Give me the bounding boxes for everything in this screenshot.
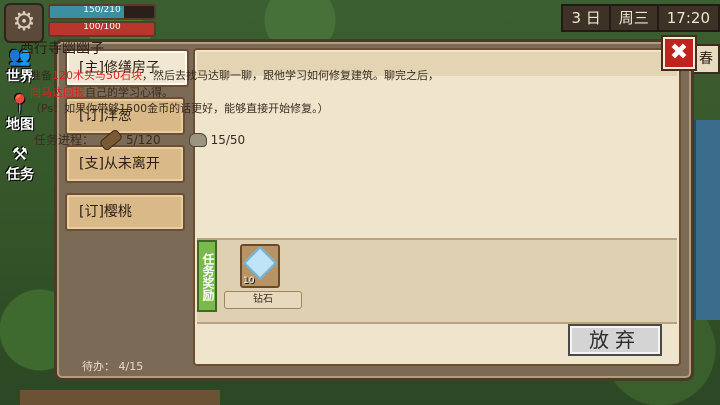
reward-item-slot[interactable]: 10: [240, 244, 280, 288]
desc-line-2: 向马达回报自己的学习心得。: [30, 85, 470, 102]
energy-text: 150/210: [83, 5, 121, 15]
quest-scroll-icon: ⚒: [11, 144, 29, 165]
reward-label: 任务奖励: [197, 240, 217, 312]
stone-icon: [188, 132, 207, 147]
task-button[interactable]: ⚒ 任务: [2, 146, 38, 184]
reward-count: 10: [243, 276, 255, 286]
desc-line-1: 准备120木头与50石块，然后去找马达聊一聊，跟他学习如何修复建筑。聊完之后，: [30, 68, 470, 85]
water-tile: [694, 120, 720, 320]
pending-count: 待办： 4/15: [82, 360, 144, 373]
season-badge: 春: [692, 44, 720, 74]
quest-progress: 任务进程： 5/120 15/50: [34, 127, 246, 152]
wood-progress: 5/120: [126, 132, 161, 147]
clock-panel: 3 日 周三 17:20: [561, 4, 720, 32]
desc-text: 准备: [30, 69, 52, 82]
desc-highlight-materials: 120木头与50石块: [52, 69, 142, 82]
desc-line-3: （Ps：如果你带够1500金币的话更好，能够直接开始修复。）: [30, 102, 329, 115]
desc-text: 自己的学习心得。: [85, 85, 173, 99]
stone-progress: 15/50: [210, 132, 246, 147]
wood-progress-item: 5/120: [98, 127, 161, 152]
reward-name: 钻石: [224, 291, 302, 309]
quest-description: 准备120木头与50石块，然后去找马达聊一聊，跟他学习如何修复建筑。聊完之后， …: [30, 68, 470, 118]
quest-tab-cherry[interactable]: [订]樱桃: [65, 193, 185, 231]
abandon-button[interactable]: 放弃: [568, 324, 662, 356]
close-icon[interactable]: ✖: [661, 35, 697, 71]
settings-gear-icon[interactable]: ⚙: [4, 3, 44, 43]
desc-text: ，然后去找马达聊一聊，跟他学习如何修复建筑。聊完之后，: [142, 69, 439, 82]
weekday-label: 周三: [608, 4, 659, 32]
dirt-path: [20, 390, 220, 405]
health-bar: 100/100: [48, 21, 156, 37]
stone-progress-item: 15/50: [167, 132, 246, 147]
desc-highlight-report: 向马达回报: [30, 85, 85, 99]
map-button-label: 地图: [6, 117, 34, 133]
quest-tab-never-left[interactable]: [支]从未离开: [65, 145, 185, 183]
energy-bar: 150/210: [48, 4, 156, 20]
time-label: 17:20: [656, 4, 720, 32]
quest-giver-name: 西行寺幽幽子: [20, 41, 104, 57]
day-label: 3 日: [561, 4, 611, 32]
health-text: 100/100: [83, 22, 121, 32]
diamond-icon: [243, 246, 277, 280]
task-button-label: 任务: [6, 167, 34, 183]
progress-label: 任务进程：: [34, 133, 95, 147]
wood-icon: [98, 127, 124, 152]
